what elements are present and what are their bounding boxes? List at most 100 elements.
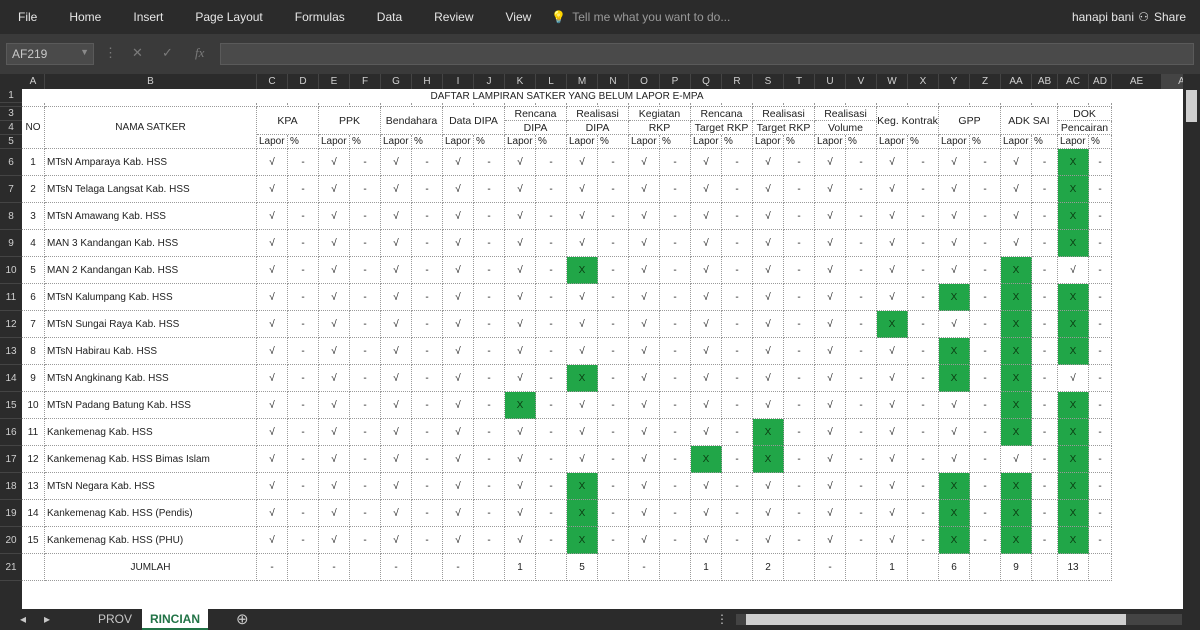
row-header-10[interactable]: 10: [0, 257, 22, 284]
column-header-x[interactable]: X: [908, 74, 939, 89]
add-sheet-icon[interactable]: ⊕: [236, 609, 249, 630]
row-header-12[interactable]: 12: [0, 311, 22, 338]
row-header-7[interactable]: 7: [0, 176, 22, 203]
lapor-cell: √: [815, 419, 846, 446]
menu-home[interactable]: Home: [53, 0, 117, 34]
column-header-m[interactable]: M: [567, 74, 598, 89]
column-header-ab[interactable]: AB: [1032, 74, 1058, 89]
menu-data[interactable]: Data: [361, 0, 418, 34]
menu-review[interactable]: Review: [418, 0, 489, 34]
menu-file[interactable]: File: [0, 0, 53, 34]
column-header-k[interactable]: K: [505, 74, 536, 89]
scroll-left-icon[interactable]: ◂: [20, 609, 26, 630]
menu-formulas[interactable]: Formulas: [279, 0, 361, 34]
column-header-i[interactable]: I: [443, 74, 474, 89]
percent-cell: -: [1089, 311, 1112, 338]
column-header-v[interactable]: V: [846, 74, 877, 89]
share-button[interactable]: ⚇ Share: [1138, 0, 1186, 34]
percent-cell: -: [1032, 257, 1058, 284]
row-header-6[interactable]: 6: [0, 149, 22, 176]
insert-function-icon[interactable]: fx: [195, 45, 204, 61]
lapor-cell: X: [1001, 257, 1032, 284]
cancel-icon[interactable]: ✕: [132, 45, 143, 61]
menu-view[interactable]: View: [490, 0, 548, 34]
scroll-thumb[interactable]: [1186, 90, 1197, 122]
options-icon[interactable]: ⋮: [716, 609, 728, 630]
column-header-h[interactable]: H: [412, 74, 443, 89]
row-header-14[interactable]: 14: [0, 365, 22, 392]
column-header-t[interactable]: T: [784, 74, 815, 89]
column-header-aa[interactable]: AA: [1001, 74, 1032, 89]
column-header-p[interactable]: P: [660, 74, 691, 89]
column-header-ac[interactable]: AC: [1058, 74, 1089, 89]
column-header-g[interactable]: G: [381, 74, 412, 89]
percent-cell: -: [846, 257, 877, 284]
formula-input[interactable]: [220, 43, 1194, 65]
chevron-down-icon[interactable]: ▼: [80, 47, 89, 57]
column-header-z[interactable]: Z: [970, 74, 1001, 89]
column-header-q[interactable]: Q: [691, 74, 722, 89]
row-header-13[interactable]: 13: [0, 338, 22, 365]
enter-icon[interactable]: ✓: [162, 45, 173, 61]
percent-cell: -: [412, 365, 443, 392]
name-box[interactable]: AF219 ▼: [6, 43, 94, 65]
column-header-f[interactable]: F: [350, 74, 381, 89]
percent-cell: -: [288, 473, 319, 500]
tab-prov[interactable]: PROV: [98, 609, 132, 630]
row-header-19[interactable]: 19: [0, 500, 22, 527]
column-header-w[interactable]: W: [877, 74, 908, 89]
percent-cell: -: [722, 257, 753, 284]
lapor-cell: √: [815, 176, 846, 203]
lapor-cell: √: [257, 500, 288, 527]
row-header-21[interactable]: 21: [0, 554, 22, 581]
column-header-o[interactable]: O: [629, 74, 660, 89]
scroll-right-icon[interactable]: ▸: [44, 609, 50, 630]
scroll-thumb[interactable]: [746, 614, 1126, 625]
column-header-ad[interactable]: AD: [1089, 74, 1112, 89]
column-header-r[interactable]: R: [722, 74, 753, 89]
tab-rincian[interactable]: RINCIAN: [142, 609, 208, 630]
tell-me-box[interactable]: 💡 Tell me what you want to do...: [551, 10, 730, 24]
cell-area[interactable]: DAFTAR LAMPIRAN SATKER YANG BELUM LAPOR …: [22, 89, 1183, 609]
row-header-18[interactable]: 18: [0, 473, 22, 500]
vertical-scrollbar[interactable]: [1183, 74, 1200, 609]
row-header-4[interactable]: 4: [0, 121, 22, 135]
column-header-e[interactable]: E: [319, 74, 350, 89]
percent-cell: -: [722, 473, 753, 500]
column-header-y[interactable]: Y: [939, 74, 970, 89]
user-name[interactable]: hanapi bani: [1072, 0, 1134, 34]
row-header-15[interactable]: 15: [0, 392, 22, 419]
column-header-d[interactable]: D: [288, 74, 319, 89]
lapor-cell: X: [939, 284, 970, 311]
row-header-3[interactable]: 3: [0, 107, 22, 121]
column-header-c[interactable]: C: [257, 74, 288, 89]
column-header-ae[interactable]: AE: [1112, 74, 1162, 89]
horizontal-scrollbar[interactable]: [736, 614, 1182, 625]
menu-insert[interactable]: Insert: [117, 0, 179, 34]
percent-cell: -: [784, 446, 815, 473]
row-header-5[interactable]: 5: [0, 135, 22, 149]
column-header-n[interactable]: N: [598, 74, 629, 89]
column-header-s[interactable]: S: [753, 74, 784, 89]
column-header-b[interactable]: B: [45, 74, 257, 89]
row-header-11[interactable]: 11: [0, 284, 22, 311]
row-header-16[interactable]: 16: [0, 419, 22, 446]
column-header-a[interactable]: A: [22, 74, 45, 89]
header-lapor: Lapor: [257, 135, 288, 149]
row-header-8[interactable]: 8: [0, 203, 22, 230]
row-header-20[interactable]: 20: [0, 527, 22, 554]
lapor-cell: √: [815, 500, 846, 527]
lapor-cell: √: [257, 473, 288, 500]
more-options-icon[interactable]: ⋮: [104, 45, 117, 61]
percent-cell: -: [598, 392, 629, 419]
row-header-1[interactable]: 1: [0, 89, 22, 103]
jumlah-value: -: [319, 554, 350, 581]
row-header-9[interactable]: 9: [0, 230, 22, 257]
column-header-j[interactable]: J: [474, 74, 505, 89]
row-header-17[interactable]: 17: [0, 446, 22, 473]
column-header-u[interactable]: U: [815, 74, 846, 89]
column-header-l[interactable]: L: [536, 74, 567, 89]
menu-page-layout[interactable]: Page Layout: [179, 0, 278, 34]
lapor-cell: √: [815, 527, 846, 554]
jumlah-value: -: [257, 554, 288, 581]
